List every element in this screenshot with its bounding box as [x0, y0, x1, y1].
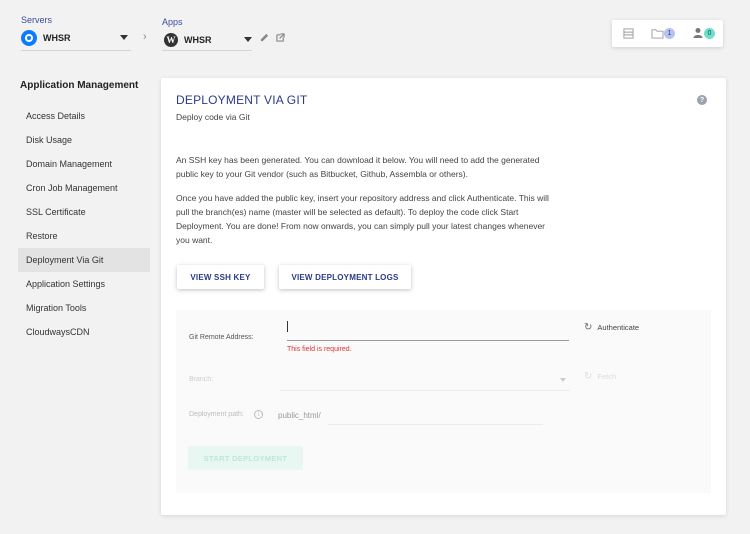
help-icon[interactable]: ? — [697, 95, 707, 105]
top-bar: Servers WHSR › Apps W WHSR 1 0 — [0, 0, 750, 62]
sidebar-item-access-details[interactable]: Access Details — [18, 104, 150, 128]
fetch-branches-button: ↻ Fetch — [584, 371, 616, 382]
sidebar-item-domain-management[interactable]: Domain Management — [18, 152, 150, 176]
text-cursor — [287, 321, 288, 332]
branch-label: Branch: — [189, 376, 214, 383]
view-deployment-logs-button[interactable]: VIEW DEPLOYMENT LOGS — [279, 265, 411, 289]
status-toolbar: 1 0 — [612, 20, 723, 47]
edit-pencil-icon[interactable] — [260, 33, 269, 42]
deployment-path-label: Deployment path: — [189, 411, 244, 418]
breadcrumb-chevron-right-icon: › — [143, 31, 147, 43]
refresh-icon: ↻ — [584, 371, 593, 382]
page-subtitle: Deploy code via Git — [176, 112, 250, 122]
authenticate-label: Authenticate — [597, 323, 640, 332]
deployment-instructions: Once you have added the public key, inse… — [176, 193, 549, 245]
sidebar-item-restore[interactable]: Restore — [18, 224, 150, 248]
git-remote-label: Git Remote Address: — [189, 334, 254, 341]
app-selector[interactable]: W WHSR — [164, 30, 254, 50]
start-deployment-button[interactable]: START DEPLOYMENT — [188, 446, 303, 470]
sidebar-item-deployment-via-git[interactable]: Deployment Via Git — [18, 248, 150, 272]
deployment-path-underline — [328, 424, 543, 425]
deployment-path-prefix: public_html/ — [278, 411, 321, 420]
sidebar-item-disk-usage[interactable]: Disk Usage — [18, 128, 150, 152]
app-selector-underline — [162, 50, 252, 51]
folder-count-badge: 1 — [664, 28, 675, 39]
git-remote-underline — [287, 340, 569, 341]
git-remote-error: This field is required. — [287, 346, 352, 353]
folder-icon[interactable] — [651, 28, 664, 39]
server-name: WHSR — [43, 33, 71, 43]
deployment-panel: DEPLOYMENT VIA GIT Deploy code via Git ?… — [161, 78, 726, 515]
sidebar-title: Application Management — [20, 80, 139, 91]
authenticate-button[interactable]: ↻ Authenticate — [584, 322, 639, 333]
ssh-key-description: An SSH key has been generated. You can d… — [176, 155, 540, 179]
server-selector[interactable]: WHSR — [21, 28, 131, 48]
user-count-badge: 0 — [704, 28, 715, 39]
user-icon[interactable] — [693, 27, 703, 39]
view-ssh-key-button[interactable]: VIEW SSH KEY — [177, 265, 264, 289]
external-link-icon[interactable] — [276, 33, 285, 42]
branch-select-underline — [280, 390, 570, 391]
sidebar: Application Management Access Details Di… — [18, 80, 150, 344]
page-title: DEPLOYMENT VIA GIT — [176, 93, 308, 107]
app-name: WHSR — [184, 35, 212, 45]
sidebar-item-application-settings[interactable]: Application Settings — [18, 272, 150, 296]
digitalocean-logo-icon — [21, 30, 37, 46]
server-selector-underline — [21, 50, 131, 51]
fetch-label: Fetch — [597, 372, 617, 381]
apps-label: Apps — [162, 17, 183, 27]
sidebar-item-ssl-certificate[interactable]: SSL Certificate — [18, 200, 150, 224]
git-deployment-form: Git Remote Address: This field is requir… — [176, 310, 711, 493]
servers-label: Servers — [21, 15, 53, 25]
sidebar-item-cron-job-management[interactable]: Cron Job Management — [18, 176, 150, 200]
refresh-icon: ↻ — [584, 322, 593, 333]
sidebar-item-cloudwayscdn[interactable]: CloudwaysCDN — [18, 320, 150, 344]
wordpress-logo-icon: W — [164, 33, 178, 47]
chevron-down-icon — [244, 37, 252, 42]
branch-select[interactable] — [280, 370, 570, 390]
server-list-icon[interactable] — [623, 28, 634, 39]
deployment-path-input[interactable] — [328, 406, 543, 424]
git-remote-input[interactable] — [287, 318, 569, 338]
sidebar-item-migration-tools[interactable]: Migration Tools — [18, 296, 150, 320]
chevron-down-icon — [120, 35, 128, 40]
info-icon[interactable]: i — [254, 410, 263, 419]
